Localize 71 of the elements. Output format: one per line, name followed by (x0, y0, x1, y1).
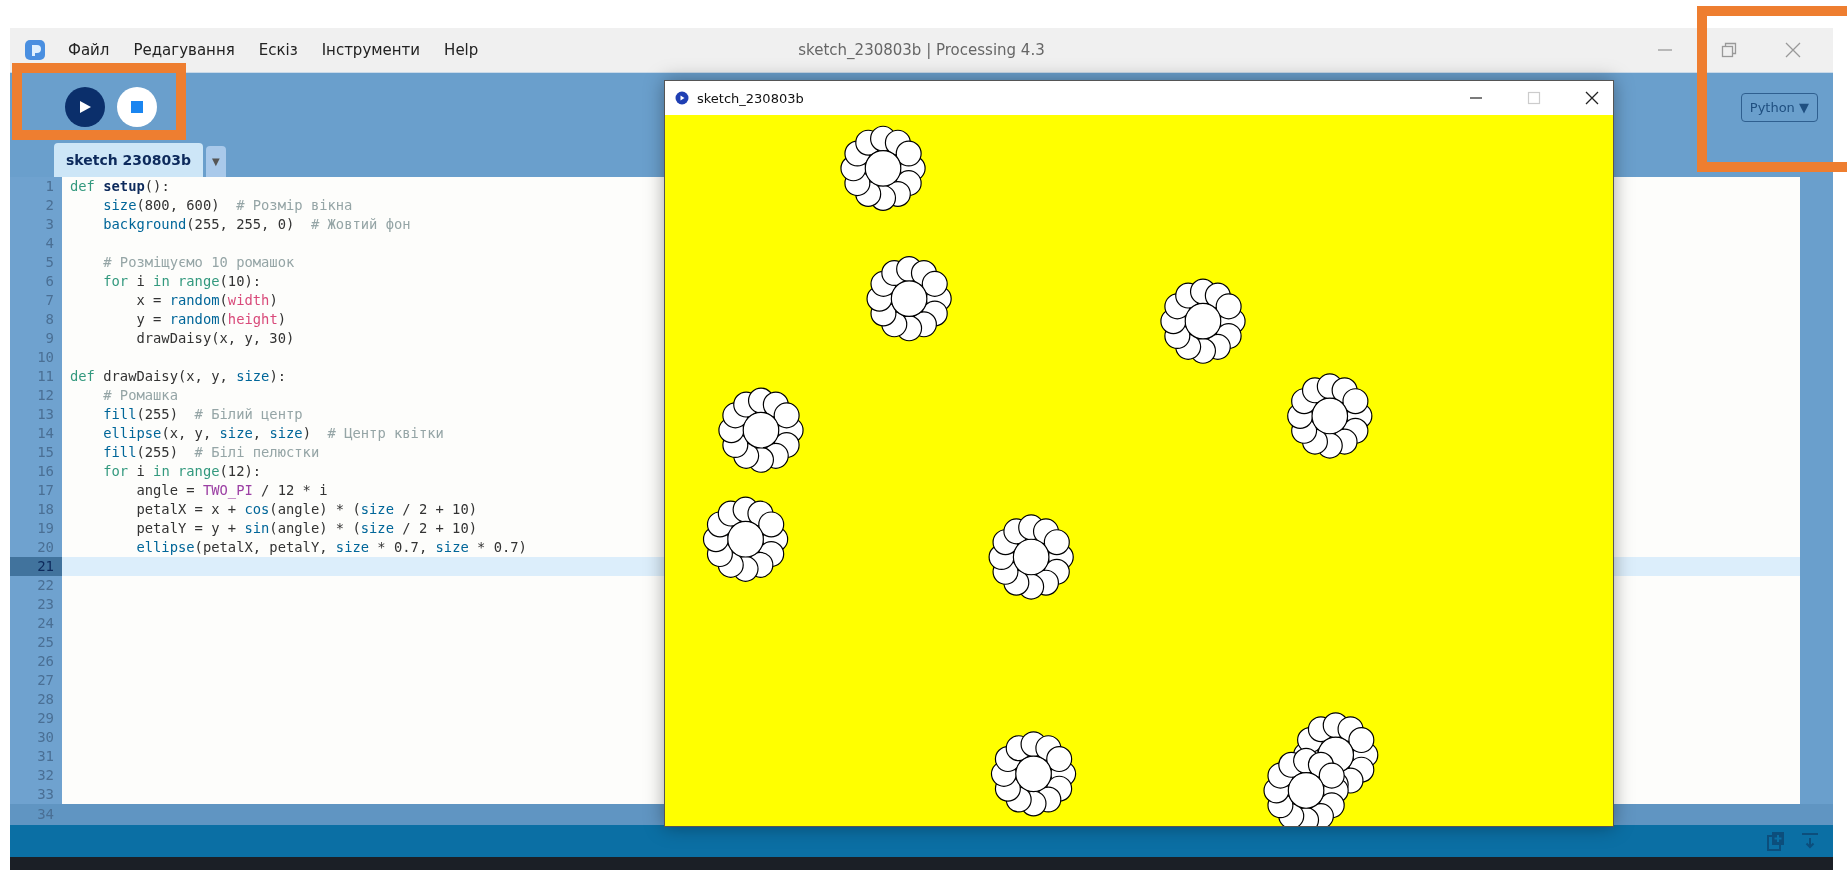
code-line: background(255, 255, 0) # Жовтий фон (102, 215, 412, 234)
line-number: 33 (10, 785, 62, 804)
code-line: petalX = x + cos(angle) * (size / 2 + 10) (135, 500, 479, 519)
code-line: # Розміщуємо 10 ромашок (102, 253, 296, 272)
menu-item[interactable]: Редагування (133, 41, 235, 59)
code-line: ellipse(petalX, petalY, size * 0.7, size * 0.7) (135, 538, 528, 557)
play-icon (78, 100, 92, 114)
line-number: 7 (10, 291, 62, 310)
line-number: 25 (10, 633, 62, 652)
code-line: # Ромашка (102, 386, 179, 405)
menu-item[interactable]: Файл (68, 41, 110, 59)
code-line: def drawDaisy(x, y, size): (69, 367, 287, 386)
line-number: 32 (10, 766, 62, 785)
code-line: fill(255) # Білий центр (102, 405, 304, 424)
line-number: 14 (10, 424, 62, 443)
line-number: 29 (10, 709, 62, 728)
line-number: 6 (10, 272, 62, 291)
code-line: size(800, 600) # Розмір вікна (102, 196, 354, 215)
code-line: fill(255) # Білі пелюстки (102, 443, 321, 462)
close-icon[interactable] (1585, 91, 1599, 105)
line-number: 12 (10, 386, 62, 405)
line-number: 30 (10, 728, 62, 747)
line-number: 11 (10, 367, 62, 386)
restore-icon[interactable] (1721, 42, 1737, 58)
line-number: 17 (10, 481, 62, 500)
editor-tab[interactable]: sketch 230803b (54, 143, 204, 177)
code-line: ellipse(x, y, size, size) # Центр квітки (102, 424, 445, 443)
code-line: y = random(height) (135, 310, 287, 329)
line-number: 13 (10, 405, 62, 424)
code-line: x = random(width) (135, 291, 279, 310)
line-number: 10 (10, 348, 62, 367)
stop-icon (130, 100, 144, 114)
code-line: for i in range(12): (102, 462, 263, 481)
line-number: 2 (10, 196, 62, 215)
run-button[interactable] (65, 87, 105, 127)
code-line: angle = TWO_PI / 12 * i (135, 481, 329, 500)
line-number: 1 (10, 177, 62, 196)
line-number: 27 (10, 671, 62, 690)
menu-item[interactable]: Help (444, 41, 479, 59)
code-line: for i in range(10): (102, 272, 263, 291)
line-number: 4 (10, 234, 62, 253)
add-console-icon[interactable] (1767, 831, 1785, 851)
code-line: drawDaisy(x, y, 30) (135, 329, 296, 348)
line-number: 20 (10, 538, 62, 557)
app-logo-icon (24, 39, 46, 61)
line-number: 28 (10, 690, 62, 709)
collapse-icon[interactable] (1801, 832, 1819, 850)
window-title: sketch_230803b | Processing 4.3 (798, 41, 1045, 59)
line-number: 21 (10, 557, 62, 576)
line-number: 31 (10, 747, 62, 766)
line-number: 24 (10, 614, 62, 633)
line-number: 19 (10, 519, 62, 538)
menu-item[interactable]: Інструменти (321, 41, 421, 59)
line-number: 16 (10, 462, 62, 481)
tab-menu-button[interactable]: ▼ (206, 146, 226, 177)
code-line: def setup(): (69, 177, 171, 196)
line-number: 9 (10, 329, 62, 348)
menu-item[interactable]: Ескіз (258, 41, 298, 59)
sketch-icon (675, 91, 689, 105)
line-number: 22 (10, 576, 62, 595)
code-line: petalY = y + sin(angle) * (size / 2 + 10) (135, 519, 479, 538)
maximize-icon[interactable] (1527, 91, 1541, 105)
line-number: 15 (10, 443, 62, 462)
stop-button[interactable] (117, 87, 157, 127)
line-number: 23 (10, 595, 62, 614)
line-number: 18 (10, 500, 62, 519)
line-number: 8 (10, 310, 62, 329)
line-number: 26 (10, 652, 62, 671)
line-number: 3 (10, 215, 62, 234)
sketch-window-title: sketch_230803b (697, 90, 804, 106)
line-number: 5 (10, 253, 62, 272)
